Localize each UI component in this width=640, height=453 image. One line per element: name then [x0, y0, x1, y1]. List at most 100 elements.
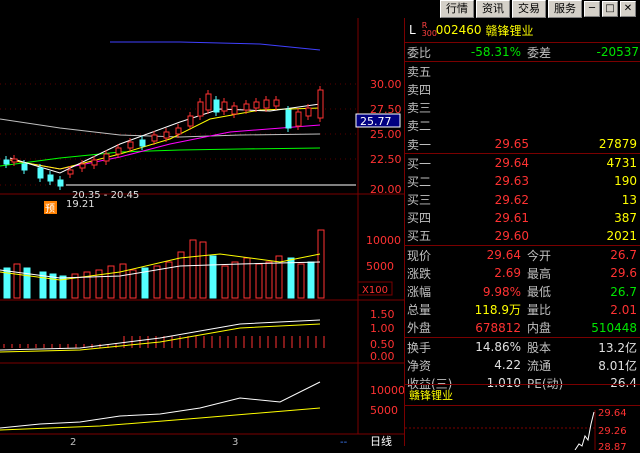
wc-label: 委差: [527, 45, 552, 60]
volume-bar: [221, 265, 229, 299]
candle-body: [115, 147, 122, 155]
fund-row: 换手 14.86% 股本 13.2亿: [405, 338, 640, 356]
quote-label: 现价: [407, 248, 432, 263]
mini-price-line: [574, 411, 595, 451]
stock-name: 赣锋锂业: [485, 23, 534, 38]
tab-service[interactable]: 服务: [548, 0, 582, 18]
volume-bar: [189, 239, 197, 299]
bid-list: 买一 29.64 4731 买二 29.63 190 买三 29.62 13 买四 29.61 387…: [405, 154, 640, 247]
quote-value-2: 29.6: [610, 266, 637, 281]
ask-price: 29.65: [494, 137, 529, 152]
ask-row: 卖一 29.65 27879: [405, 135, 640, 153]
quote-value: 118.9万: [474, 303, 521, 318]
bid-row: 买二 29.63 190: [405, 172, 640, 190]
quote-value: 678812: [475, 320, 521, 335]
quote-value: 29.64: [486, 248, 521, 263]
candle-body: [205, 93, 212, 111]
ask-row: 卖四: [405, 80, 640, 98]
candle-body: [317, 89, 324, 119]
mini-price-mid: 29.26: [598, 426, 627, 437]
volume-bar: [107, 265, 115, 299]
ratio-row: 委比 -58.31% 委差 -20537: [405, 43, 640, 63]
quote-label-2: 今开: [527, 248, 552, 263]
bid-row: 买四 29.61 387: [405, 209, 640, 227]
macd-dif-line: [0, 319, 321, 351]
quote-row: 现价 29.64 今开 26.7: [405, 246, 640, 264]
candle-body: [221, 101, 228, 112]
mini-chart-svg: 29.64 29.26 28.87: [405, 408, 627, 453]
candle-body: [197, 101, 204, 117]
volume-bar: [231, 261, 239, 299]
quote-row: 外盘 678812 内盘 510448: [405, 319, 640, 337]
bid-label: 买二: [407, 174, 432, 189]
fund-label-2: 股本: [527, 340, 552, 355]
x-label: 3: [232, 437, 238, 446]
kline-svg[interactable]: 30.0027.5025.0022.5020.0025.7720.35 - 20…: [0, 18, 404, 446]
macd-tick: 0.00: [370, 350, 395, 363]
bid-row: 买五 29.60 2021: [405, 227, 640, 245]
price-tick: 22.50: [370, 153, 402, 166]
quote-label: 总量: [407, 303, 432, 318]
bid-volume: 387: [614, 210, 637, 225]
mini-chart-title: 赣锋锂业: [405, 385, 640, 406]
candle-body: [213, 99, 220, 113]
candle-body: [151, 134, 158, 142]
quote-value: 9.98%: [482, 284, 521, 299]
candle-body: [127, 141, 134, 149]
market-flag: L: [409, 23, 416, 37]
volume-bar: [265, 261, 273, 299]
obv-tick: 10000: [370, 384, 404, 397]
volume-bar: [177, 251, 185, 299]
fund-label: 换手: [407, 340, 432, 355]
quote-value-2: 510448: [591, 320, 637, 335]
quote-row: 总量 118.9万 量比 2.01: [405, 301, 640, 319]
quote-value-2: 26.7: [610, 248, 637, 263]
volume-bar: [287, 257, 295, 299]
price-tick: 30.00: [370, 78, 402, 91]
candle-body: [3, 159, 10, 165]
volume-bar: [255, 263, 263, 299]
ask-label: 卖五: [407, 64, 432, 79]
volume-bar: [13, 263, 21, 299]
ask-list: 卖五 卖四 卖三 卖二 卖一 29.65 27879: [405, 62, 640, 155]
price-tick: 25.00: [370, 128, 402, 141]
bid-price: 29.62: [494, 192, 529, 207]
bid-label: 买五: [407, 229, 432, 244]
quote-panel: L R 300 002460 赣锋锂业 委比 -58.31% 委差 -20537…: [404, 18, 640, 453]
candle-body: [139, 139, 146, 147]
fund-value-2: 8.01亿: [598, 358, 637, 373]
tab-market[interactable]: 行情: [440, 0, 474, 18]
candle-body: [295, 111, 302, 127]
stock-code: 002460: [435, 23, 482, 37]
ask-row: 卖二: [405, 117, 640, 135]
restore-icon[interactable]: □: [602, 1, 618, 17]
volume-bar: [209, 255, 217, 299]
quote-label-2: 最高: [527, 266, 552, 281]
board-badge: R 300: [421, 21, 437, 38]
candle-body: [253, 101, 260, 109]
volume-bar: [297, 263, 305, 299]
bottom-arrow: --: [340, 437, 348, 446]
tab-trade[interactable]: 交易: [512, 0, 546, 18]
candle-body: [103, 153, 110, 162]
fund-row: 净资 4.22 流通 8.01亿: [405, 356, 640, 374]
bid-price: 29.61: [494, 210, 529, 225]
mini-chart: 赣锋锂业 29.64 29.26 28.87: [405, 384, 640, 453]
minimize-icon[interactable]: ─: [584, 1, 600, 17]
fund-value-2: 13.2亿: [598, 340, 637, 355]
quote-label: 外盘: [407, 321, 432, 336]
quote-label-2: 量比: [527, 303, 552, 318]
tab-news[interactable]: 资讯: [476, 0, 510, 18]
bid-volume: 13: [621, 192, 637, 207]
volume-bar: [23, 267, 31, 299]
candle-body: [21, 163, 28, 171]
candle-body: [37, 167, 44, 179]
bid-price: 29.60: [494, 228, 529, 243]
kline-chart-area[interactable]: 30.00 27.50 25.00 22.50 20.00 25.77 20.35 - 20…: [0, 18, 404, 446]
pre-badge: 预: [45, 203, 55, 215]
low-label: 19.21: [66, 199, 95, 210]
candle-body: [305, 107, 312, 117]
quote-value-2: 26.7: [610, 284, 637, 299]
close-icon[interactable]: ✕: [620, 1, 636, 17]
volume-bar: [317, 229, 325, 299]
